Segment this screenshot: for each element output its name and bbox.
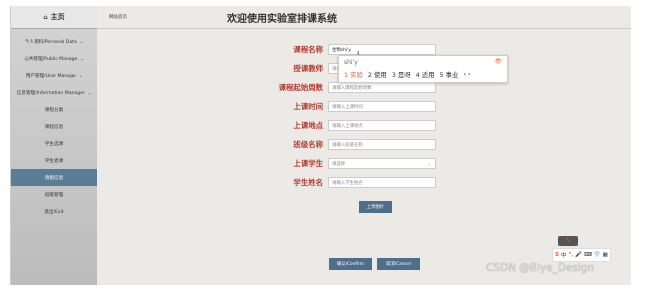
breadcrumb[interactable]: 网站首页 (109, 14, 127, 20)
watermark: CSDN @Biye_Design (486, 262, 595, 274)
sidebar-item-user-manage[interactable]: 用户管理/User Manage ⌄ (11, 67, 97, 84)
form-row-class-name: 班级名称 请输入班级名称 (211, 139, 436, 150)
class-time-input[interactable]: 请输入上课时间 (328, 101, 436, 112)
ime-logo-icon: 👁 (494, 58, 502, 65)
sidebar-item-personal-data[interactable]: 个人资料/Personal Data ⌄ (11, 33, 97, 50)
top-bar: 网站首页 (97, 6, 631, 29)
chevron-down-icon: ⌄ (87, 90, 92, 95)
form-row-students: 上课学生 请选择 ⌄ (211, 158, 436, 169)
chevron-down-icon: ⌄ (80, 56, 84, 61)
form-row-start-week: 课程起始周数 请输入课程起始周数 (211, 82, 436, 93)
start-week-input[interactable]: 请输入课程起始周数 (328, 82, 436, 93)
punctuation-icon[interactable]: °, (568, 252, 573, 258)
chevron-down-icon: ⌄ (79, 39, 84, 44)
home-label: 主页 (50, 13, 65, 21)
screenshot-frame: ⌂ 主页 个人资料/Personal Data ⌄ 公共管理/Public Man… (0, 0, 653, 289)
ime-candidate[interactable]: 2 使用 (368, 70, 387, 79)
skin-icon[interactable]: 👕 (594, 252, 601, 258)
form-row-student-name: 学生姓名 请输入学生姓名 (211, 177, 436, 188)
app-window: ⌂ 主页 个人资料/Personal Data ⌄ 公共管理/Public Man… (10, 6, 631, 285)
ime-candidate[interactable]: 1 实验 (344, 70, 363, 79)
language-toggle[interactable]: 中 (561, 251, 567, 259)
ime-candidates: 1 实验 2 使用 3 是呀 4 适用 5 事业 ‹ › (344, 70, 471, 79)
home-link[interactable]: ⌂ 主页 (11, 6, 97, 29)
form-row-course-name: 课程名称 生物shi'y (211, 44, 436, 55)
upload-image-button[interactable]: 上传图片 (359, 201, 392, 213)
sidebar-item-course-info[interactable]: 课程信息 (11, 118, 97, 135)
sidebar-item-course-select[interactable]: 学生选课 (11, 135, 97, 152)
sidebar-item-course-category[interactable]: 课程分类 (11, 101, 97, 118)
class-name-input[interactable]: 请输入班级名称 (328, 139, 436, 150)
student-name-input[interactable]: 请输入学生姓名 (328, 177, 436, 188)
cancel-button[interactable]: 取消/Cancel (377, 258, 420, 270)
students-select[interactable]: 请选择 ⌄ (328, 158, 436, 169)
course-name-input[interactable]: 生物shi'y (328, 44, 436, 55)
ime-candidate[interactable]: 3 是呀 (392, 70, 411, 79)
sidebar-item-course-drop[interactable]: 学生退课 (11, 152, 97, 169)
sidebar-item-exit[interactable]: 退出/Exit (11, 203, 97, 220)
chevron-down-icon: ⌄ (78, 73, 83, 78)
confirm-button[interactable]: 确认/Confirm (329, 258, 372, 270)
form-row-location: 上课地点 请输入上课地点 (211, 120, 436, 131)
chevron-down-icon: ⌄ (427, 161, 431, 166)
ime-candidate[interactable]: 4 适用 (416, 70, 435, 79)
sidebar-item-information-manager[interactable]: 信息管理/Information Manager ⌄ (11, 84, 97, 101)
location-input[interactable]: 请输入上课地点 (328, 120, 436, 131)
sidebar-item-leave-info[interactable]: 请假信息 (11, 169, 97, 186)
ime-pinyin: shi'y (344, 59, 358, 66)
ime-candidate[interactable]: 5 事业 (440, 70, 459, 79)
sidebar: ⌂ 主页 个人资料/Personal Data ⌄ 公共管理/Public Man… (11, 6, 97, 285)
page-title: 欢迎使用实验室排课系统 (227, 14, 337, 25)
ime-toolbar: S 中 °, 🎤 ⌨ 👕 ▦ (552, 248, 611, 262)
ime-candidate-panel: shi'y 👁 1 实验 2 使用 3 是呀 4 适用 5 事业 ‹ › (338, 55, 508, 83)
menu-grid-icon[interactable]: ▦ (603, 252, 608, 258)
ime-float-icon[interactable]: S (558, 236, 578, 246)
home-icon: ⌂ (43, 13, 48, 21)
sogou-icon[interactable]: S (555, 252, 559, 258)
keyboard-icon[interactable]: ⌨ (584, 252, 592, 258)
sidebar-item-public-manage[interactable]: 公共管理/Public Manage ⌄ (11, 50, 97, 67)
microphone-icon[interactable]: 🎤 (575, 252, 582, 258)
sidebar-nav: 个人资料/Personal Data ⌄ 公共管理/Public Manage ⌄ … (11, 33, 97, 220)
sidebar-item-class-manage[interactable]: 班级管理 (11, 186, 97, 203)
ime-more[interactable]: ‹ › (463, 70, 470, 79)
form-row-class-time: 上课时间 请输入上课时间 (211, 101, 436, 112)
